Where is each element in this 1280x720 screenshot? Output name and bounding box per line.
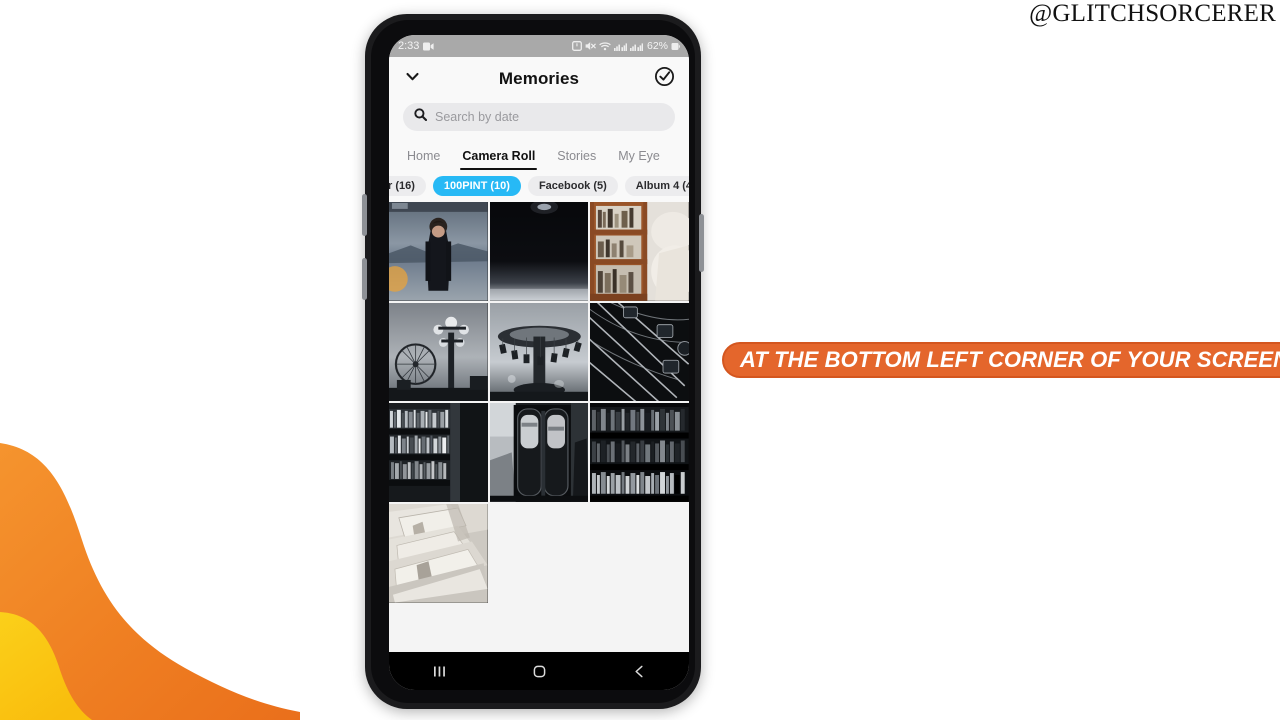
status-time: 2:33 (398, 40, 420, 52)
page-title: Memories (498, 69, 580, 88)
tab-bar: Home Camera Roll Stories My Eye (389, 139, 689, 170)
photo-dark-night-sky[interactable] (489, 202, 589, 301)
battery-icon (671, 42, 680, 51)
battery-percent: 62% (646, 40, 668, 52)
status-bar-left: 2:33 (398, 40, 435, 52)
status-bar: 2:33 62% (389, 35, 689, 57)
photo-bookcase-dark[interactable] (590, 403, 689, 503)
recents-icon[interactable] (431, 663, 448, 680)
header-collapse-button[interactable] (403, 67, 439, 91)
mute-icon (585, 41, 596, 51)
decorative-swoosh (0, 420, 300, 720)
android-nav-bar (389, 652, 689, 690)
grid-empty-cell (489, 504, 589, 603)
album-chip-partial[interactable]: r (16) (389, 175, 426, 196)
search-placeholder: Search by date (435, 110, 520, 124)
album-chip-album-4[interactable]: Album 4 (4) (624, 175, 689, 196)
search-icon (414, 108, 428, 126)
search-section: Search by date (389, 101, 689, 139)
back-icon[interactable] (631, 663, 648, 680)
video-record-icon (423, 42, 435, 51)
check-circle-icon (654, 66, 675, 92)
photo-bookshelf-bedroom[interactable] (590, 202, 689, 301)
watermark: @GLITCHSORCERER (1029, 0, 1276, 27)
screenshot-stage: @GLITCHSORCERER AT THE BOTTOM LEFT CORNE… (0, 0, 1280, 720)
photo-ferris-wheel-closeup[interactable] (590, 302, 689, 402)
header-select-button[interactable] (639, 66, 675, 92)
phone-bezel: 2:33 62% Memories Search by date Home Ca… (371, 20, 695, 703)
search-input[interactable]: Search by date (403, 103, 675, 131)
caption-banner: AT THE BOTTOM LEFT CORNER OF YOUR SCREEN (722, 342, 1280, 378)
tab-home[interactable]: Home (407, 149, 440, 170)
photo-library-shelves[interactable] (389, 403, 488, 503)
wifi-icon (599, 41, 611, 51)
phone-frame: 2:33 62% Memories Search by date Home Ca… (362, 14, 704, 709)
app-header: Memories (389, 57, 689, 101)
caption-text: AT THE BOTTOM LEFT CORNER OF YOUR SCREEN (740, 347, 1280, 372)
chevron-down-icon (403, 67, 422, 91)
album-chip-facebook[interactable]: Facebook (5) (527, 175, 618, 196)
tab-stories[interactable]: Stories (557, 149, 596, 170)
signal-icon-2 (629, 41, 643, 51)
phone-screen: 2:33 62% Memories Search by date Home Ca… (389, 35, 689, 690)
photo-open-books[interactable] (389, 504, 488, 603)
signal-icon-1 (613, 41, 627, 51)
power-button[interactable] (699, 214, 704, 272)
photo-ferris-wheel-lamppost[interactable] (389, 302, 488, 402)
volume-up-button[interactable] (362, 194, 367, 236)
home-icon[interactable] (531, 663, 548, 680)
photo-dark-cabinet[interactable] (489, 403, 589, 503)
tab-camera-roll[interactable]: Camera Roll (460, 149, 538, 170)
tab-my-eye[interactable]: My Eye (618, 149, 660, 170)
photo-person-by-lake[interactable] (389, 202, 488, 301)
album-chip-row[interactable]: r (16) 100PINT (10) Facebook (5) Album 4… (389, 170, 689, 202)
album-chip-100pint[interactable]: 100PINT (10) (432, 175, 521, 196)
photo-grid (389, 202, 689, 603)
photo-swing-carousel[interactable] (489, 302, 589, 402)
volume-down-button[interactable] (362, 258, 367, 300)
status-bar-right: 62% (572, 40, 680, 52)
grid-empty-cell (590, 504, 689, 603)
alarm-icon (572, 41, 582, 51)
